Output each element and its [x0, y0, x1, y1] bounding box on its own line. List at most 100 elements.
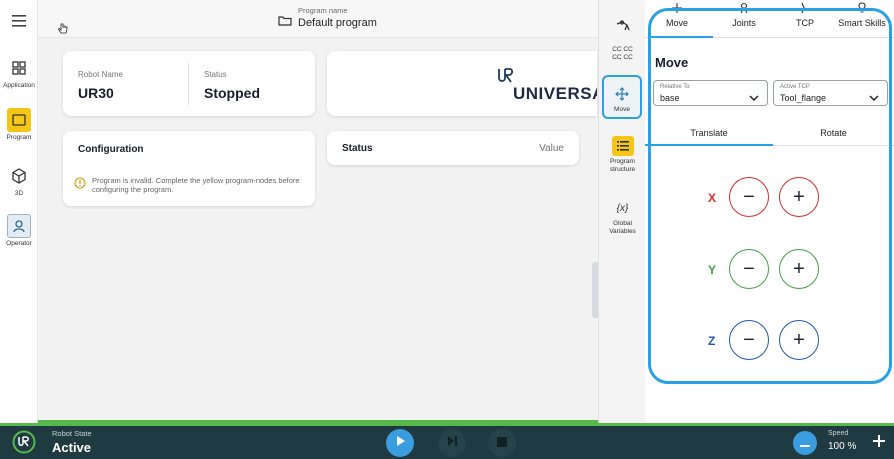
nav-item-label: 3D — [14, 190, 24, 197]
configuration-warning: Program is invalid. Complete the yellow … — [92, 176, 300, 195]
stop-button[interactable] — [488, 429, 516, 457]
configuration-title: Configuration — [78, 144, 144, 155]
z-minus-button[interactable]: − — [729, 320, 769, 360]
minus-icon: − — [743, 329, 755, 351]
bottom-status-bar: Robot State Active Speed 100 % — [0, 423, 894, 459]
tab-smart-skills[interactable]: Smart Skills — [833, 2, 891, 28]
robot-arm-icon — [615, 20, 631, 34]
nav-item-label: Program — [6, 134, 32, 141]
cc-button[interactable]: CC CC CC CC — [599, 46, 646, 62]
configuration-card: Configuration Program is invalid. Comple… — [63, 131, 315, 206]
robot-info-card: Robot Name UR30 Status Stopped — [63, 51, 315, 116]
nav-item-application[interactable]: Application — [0, 56, 38, 89]
robot-state-value: Active — [52, 440, 92, 455]
x-plus-button[interactable]: + — [779, 177, 819, 217]
z-axis-label: Z — [708, 334, 716, 348]
joint-icon — [719, 2, 769, 16]
cc-line-2: CC CC — [612, 53, 633, 61]
menu-icon[interactable] — [9, 13, 29, 29]
program-name-label: Program name — [298, 6, 348, 15]
active-subtab-indicator — [645, 144, 773, 146]
subtab-translate[interactable]: Translate — [645, 128, 773, 138]
step-button[interactable] — [438, 429, 466, 457]
y-minus-button[interactable]: − — [729, 249, 769, 289]
program-name[interactable]: Default program — [298, 17, 377, 29]
subtab-rotate[interactable]: Rotate — [773, 128, 894, 138]
move-arrows-icon — [653, 2, 701, 16]
nav-item-label: Application — [3, 82, 35, 89]
y-plus-button[interactable]: + — [779, 249, 819, 289]
nav-item-operator[interactable]: Operator — [0, 214, 38, 247]
plus-icon: + — [793, 329, 805, 351]
speed-value: 100 % — [828, 441, 857, 452]
global-variables-label-2: Variables — [609, 227, 636, 235]
panel-title: Move — [655, 55, 689, 70]
tab-label: Smart Skills — [838, 18, 886, 28]
subtab-bar: Translate Rotate — [645, 120, 894, 146]
nav-item-label: Operator — [6, 240, 32, 247]
plus-icon: + — [793, 186, 805, 208]
chevron-down-icon — [749, 89, 759, 107]
program-structure-label-2: structure — [609, 165, 636, 173]
tab-joints[interactable]: Joints — [719, 2, 769, 28]
play-button[interactable] — [386, 429, 414, 457]
list-icon — [611, 136, 634, 156]
nav-item-program[interactable]: Program — [0, 108, 38, 141]
robot-state-label: Robot State — [52, 429, 92, 438]
freedrive-button[interactable] — [599, 20, 646, 34]
program-structure-button[interactable]: Program structure — [599, 136, 646, 174]
global-variables-label-1: Global — [613, 220, 632, 227]
relative-to-label: Relative To — [660, 84, 690, 90]
program-icon — [7, 108, 31, 132]
tab-move[interactable]: Move — [653, 2, 701, 28]
x-axis-label: X — [708, 191, 717, 205]
left-nav: Application Program 3D Operator — [0, 0, 38, 423]
lightbulb-icon — [833, 2, 891, 16]
plus-icon: + — [793, 258, 805, 280]
play-icon — [394, 434, 406, 452]
speed-decrease-button[interactable] — [793, 431, 817, 455]
tab-tcp[interactable]: TCP — [785, 2, 825, 28]
y-axis-label: Y — [708, 263, 717, 277]
warning-icon — [74, 176, 86, 194]
user-icon — [7, 214, 31, 238]
cube-icon — [7, 164, 31, 188]
folder-icon[interactable] — [278, 13, 292, 31]
logo-card: UNIVERSA — [327, 51, 597, 116]
status-value-column: Value — [539, 143, 564, 154]
brand-logo: UNIVERSA — [513, 84, 597, 103]
x-minus-button[interactable]: − — [729, 177, 769, 217]
active-tcp-label: Active TCP — [780, 84, 810, 90]
nav-item-3d[interactable]: 3D — [0, 164, 38, 197]
active-tcp-value: Tool_flange — [780, 93, 827, 103]
chevron-down-icon — [869, 89, 879, 107]
cc-line-1: CC CC — [612, 46, 633, 53]
hand-cursor-icon — [58, 22, 68, 40]
status-card: Status Value — [327, 131, 579, 165]
variables-icon: {x} — [616, 203, 629, 214]
move-tool-label: Move — [614, 106, 630, 113]
program-header: Program name Default program — [38, 0, 598, 38]
speed-increase-button[interactable] — [868, 431, 890, 455]
speed-label: Speed — [828, 430, 849, 437]
robot-name-label: Robot Name — [78, 70, 123, 79]
relative-to-dropdown[interactable]: Relative To base — [653, 80, 768, 106]
program-structure-label-1: Program — [610, 158, 635, 165]
move-panel: Move Joints TCP Smart Skills Move Relati… — [645, 0, 894, 423]
ur-logo-icon — [497, 68, 514, 89]
tab-label: Joints — [732, 18, 756, 28]
active-tcp-dropdown[interactable]: Active TCP Tool_flange — [773, 80, 888, 106]
robot-name-value: UR30 — [78, 85, 114, 101]
grid-icon — [7, 56, 31, 80]
move-tool-button[interactable]: Move — [602, 75, 642, 119]
ur-logo-icon — [12, 430, 36, 459]
z-plus-button[interactable]: + — [779, 320, 819, 360]
tcp-icon — [785, 2, 825, 16]
minus-icon: − — [743, 186, 755, 208]
relative-to-value: base — [660, 93, 680, 103]
move-arrows-icon — [612, 84, 632, 104]
minus-icon — [800, 434, 810, 452]
status-value: Stopped — [204, 85, 260, 101]
status-label: Status — [204, 70, 227, 79]
global-variables-button[interactable]: {x} Global Variables — [599, 203, 646, 236]
